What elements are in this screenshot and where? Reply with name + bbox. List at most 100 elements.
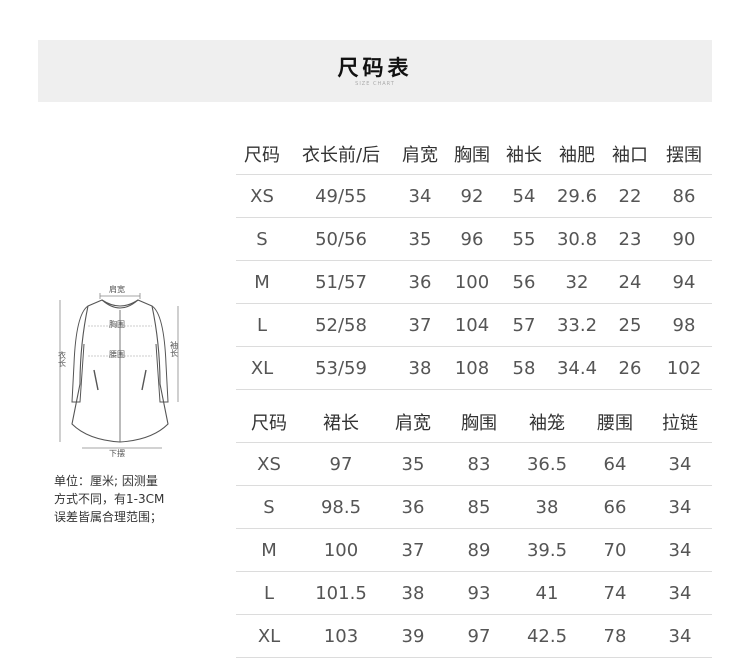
table-cell: 34 [648, 528, 712, 572]
note-line: 方式不同，有1-3CM [54, 492, 165, 506]
column-header: 尺码 [251, 413, 287, 434]
table-cell: 34.4 [550, 346, 604, 390]
table-cell: 35 [380, 442, 446, 486]
table-cell: 56 [498, 260, 550, 304]
table-cell: 39.5 [512, 528, 582, 572]
table-cell: 102 [656, 346, 712, 390]
table-cell: 35 [394, 217, 446, 261]
table-cell: 100 [446, 260, 498, 304]
table-row: XL 103 39 97 42.5 78 34 [236, 614, 712, 658]
note-line: 单位：厘米; 因测量 [54, 474, 158, 488]
table-cell: 108 [446, 346, 498, 390]
table-cell: 83 [446, 442, 512, 486]
table-row: L 101.5 38 93 41 74 34 [236, 571, 712, 615]
table-cell: 90 [656, 217, 712, 261]
table-cell: XL [236, 346, 288, 390]
table-cell: 98.5 [302, 485, 380, 529]
table-cell: L [236, 303, 288, 347]
table-row: XS 49/55 34 92 54 29.6 22 86 [236, 174, 712, 218]
table-cell: 54 [498, 174, 550, 218]
table-row: M 100 37 89 39.5 70 34 [236, 528, 712, 572]
table-row: S 50/56 35 96 55 30.8 23 90 [236, 217, 712, 261]
table-cell: 26 [604, 346, 656, 390]
hem-label: 下摆 [109, 449, 125, 458]
dress-size-table: 尺码 裙长 肩宽 胸围 袖笼 腰围 拉链 XS 97 35 83 36.5 64 34 S9… [236, 402, 712, 658]
coat-size-table: 尺码 衣长前/后 肩宽 胸围 袖长 袖肥 袖口 摆围 XS 49/55 34 92 54… [236, 134, 712, 390]
table-cell: 101.5 [302, 571, 380, 615]
table-cell: 36 [394, 260, 446, 304]
table-cell: 38 [394, 346, 446, 390]
column-header: 胸围 [454, 145, 490, 166]
table-cell: 97 [302, 442, 380, 486]
page-title: 尺码表 [337, 56, 413, 80]
table-cell: S [236, 485, 302, 529]
chest-label: 胸围 [109, 320, 125, 329]
table-row: L 52/58 37 104 57 33.2 25 98 [236, 303, 712, 347]
table-cell: 58 [498, 346, 550, 390]
table-row: M 51/57 36 100 56 32 24 94 [236, 260, 712, 304]
length-label: 衣长 [58, 351, 66, 368]
table-cell: 33.2 [550, 303, 604, 347]
shoulder-width-label: 肩宽 [109, 285, 125, 294]
table-cell: 74 [582, 571, 648, 615]
table-cell: 22 [604, 174, 656, 218]
table-cell: 34 [648, 442, 712, 486]
note-line: 误差皆属合理范围； [54, 510, 163, 524]
column-header: 尺码 [244, 145, 280, 166]
table-cell: 42.5 [512, 614, 582, 658]
page-subtitle: SIZE CHART [355, 81, 395, 87]
table-cell: 52/58 [288, 303, 394, 347]
table-cell: XS [236, 442, 302, 486]
column-header: 袖笼 [529, 413, 565, 434]
column-header: 拉链 [662, 413, 698, 434]
table-cell: 103 [302, 614, 380, 658]
table-cell: 24 [604, 260, 656, 304]
table-cell: M [236, 260, 288, 304]
table-row: S 98.5 36 85 38 66 34 [236, 485, 712, 529]
table-cell: 37 [380, 528, 446, 572]
table-cell: 34 [648, 614, 712, 658]
table-cell: 85 [446, 485, 512, 529]
table-cell: 96 [446, 217, 498, 261]
table-cell: 34 [648, 485, 712, 529]
measurement-note: 单位：厘米; 因测量 方式不同，有1-3CM 误差皆属合理范围； [54, 472, 204, 526]
table-cell: 34 [394, 174, 446, 218]
column-header: 肩宽 [402, 145, 438, 166]
table-cell: 51/57 [288, 260, 394, 304]
table-cell: 89 [446, 528, 512, 572]
sleeve-length-label: 袖长 [170, 341, 178, 358]
table-cell: 29.6 [550, 174, 604, 218]
table-cell: 36.5 [512, 442, 582, 486]
table-cell: 66 [582, 485, 648, 529]
column-header: 肩宽 [395, 413, 431, 434]
table-cell: 50/56 [288, 217, 394, 261]
table-cell: 49/55 [288, 174, 394, 218]
waist-label: 腰围 [109, 350, 125, 359]
table-header-row: 尺码 衣长前/后 肩宽 胸围 袖长 袖肥 袖口 摆围 [236, 134, 712, 175]
size-chart-banner: 尺码表 SIZE CHART [38, 40, 712, 102]
column-header: 袖长 [506, 145, 542, 166]
column-header: 摆围 [666, 145, 702, 166]
table-cell: 23 [604, 217, 656, 261]
table-cell: 100 [302, 528, 380, 572]
table-cell: 92 [446, 174, 498, 218]
column-header: 袖肥 [559, 145, 595, 166]
table-cell: 70 [582, 528, 648, 572]
table-cell: 94 [656, 260, 712, 304]
table-cell: 97 [446, 614, 512, 658]
table-cell: 41 [512, 571, 582, 615]
table-header-row: 尺码 裙长 肩宽 胸围 袖笼 腰围 拉链 [236, 402, 712, 443]
table-cell: 93 [446, 571, 512, 615]
table-cell: 36 [380, 485, 446, 529]
table-cell: 34 [648, 571, 712, 615]
table-cell: 32 [550, 260, 604, 304]
column-header: 裙长 [323, 413, 359, 434]
table-cell: 104 [446, 303, 498, 347]
table-cell: 39 [380, 614, 446, 658]
column-header: 腰围 [597, 413, 633, 434]
table-cell: 38 [512, 485, 582, 529]
table-cell: 38 [380, 571, 446, 615]
table-cell: 55 [498, 217, 550, 261]
table-row: XS 97 35 83 36.5 64 34 [236, 442, 712, 486]
column-header: 胸围 [461, 413, 497, 434]
